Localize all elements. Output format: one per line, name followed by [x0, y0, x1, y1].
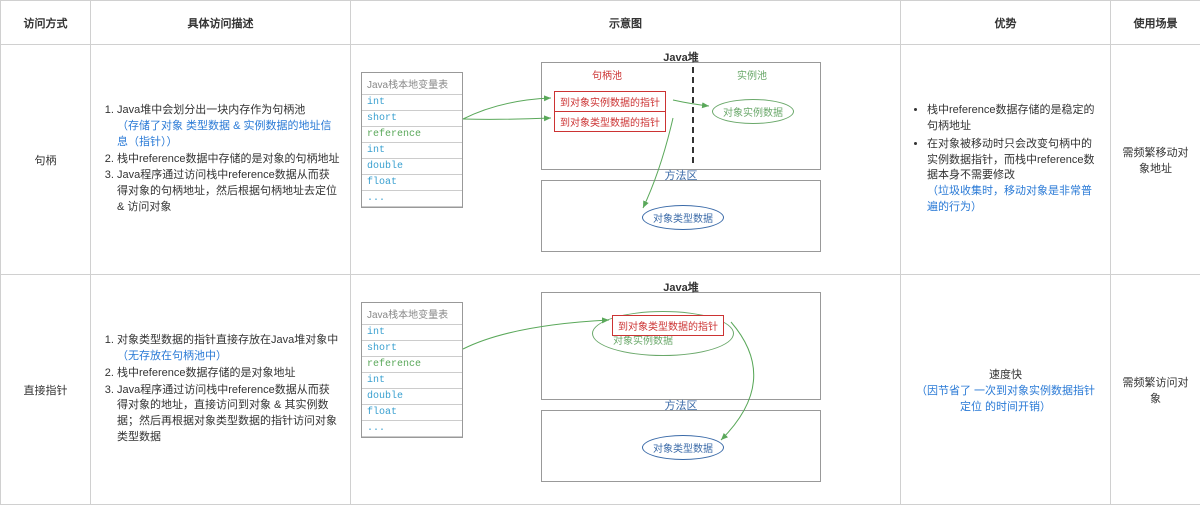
adv-text: 在对象被移动时只会改变句柄中的实例数据指针，而栈中reference数据本身不需… — [927, 138, 1094, 182]
desc-item: 栈中reference数据存储的是对象地址 — [117, 366, 340, 382]
desc-note: （无存放在句柄池中） — [117, 350, 227, 362]
desc-item: Java堆中会划分出一块内存作为句柄池 （存储了对象 类型数据 & 实例数据的地址… — [117, 103, 340, 151]
row1-advantage: 栈中reference数据存储的是稳定的句柄地址 在对象被移动时只会改变句柄中的… — [901, 45, 1111, 275]
desc-note: （存储了对象 类型数据 & 实例数据的地址信息（指针）） — [117, 120, 332, 148]
row2-scene: 需频繁访问对象 — [1111, 275, 1200, 505]
desc-item: Java程序通过访问栈中reference数据从而获得对象的地址，直接访问到对象… — [117, 383, 340, 447]
arrows-svg — [361, 60, 841, 260]
desc-text: Java堆中会划分出一块内存作为句柄池 — [117, 104, 305, 116]
row2-description: 对象类型数据的指针直接存放在Java堆对象中 （无存放在句柄池中） 栈中refer… — [91, 275, 351, 505]
col-access-method: 访问方式 — [1, 1, 91, 45]
col-diagram: 示意图 — [351, 1, 901, 45]
desc-item: 对象类型数据的指针直接存放在Java堆对象中 （无存放在句柄池中） — [117, 333, 340, 365]
comparison-table: 访问方式 具体访问描述 示意图 优势 使用场景 句柄 Java堆中会划分出一块内… — [0, 0, 1200, 505]
adv-item: 在对象被移动时只会改变句柄中的实例数据指针，而栈中reference数据本身不需… — [927, 137, 1100, 217]
table-row: 句柄 Java堆中会划分出一块内存作为句柄池 （存储了对象 类型数据 & 实例数据… — [1, 45, 1200, 275]
row1-scene: 需频繁移动对象地址 — [1111, 45, 1200, 275]
adv-item: 栈中reference数据存储的是稳定的句柄地址 — [927, 103, 1100, 135]
table-header-row: 访问方式 具体访问描述 示意图 优势 使用场景 — [1, 1, 1200, 45]
desc-item: Java程序通过访问栈中reference数据从而获得对象的句柄地址，然后根据句… — [117, 168, 340, 216]
col-scenario: 使用场景 — [1111, 1, 1200, 45]
col-advantage: 优势 — [901, 1, 1111, 45]
desc-item: 栈中reference数据中存储的是对象的句柄地址 — [117, 152, 340, 168]
row2-name: 直接指针 — [1, 275, 91, 505]
adv-text: 速度快 — [911, 366, 1100, 382]
row2-advantage: 速度快 （因节省了 一次到对象实例数据指针定位 的时间开销） — [901, 275, 1111, 505]
row1-diagram: Java栈本地变量表 int short reference int doubl… — [351, 45, 901, 275]
adv-note: （垃圾收集时，移动对象是非常普遍的行为） — [927, 185, 1092, 213]
table-row: 直接指针 对象类型数据的指针直接存放在Java堆对象中 （无存放在句柄池中） 栈中… — [1, 275, 1200, 505]
row1-description: Java堆中会划分出一块内存作为句柄池 （存储了对象 类型数据 & 实例数据的地址… — [91, 45, 351, 275]
col-description: 具体访问描述 — [91, 1, 351, 45]
row1-name: 句柄 — [1, 45, 91, 275]
arrows-svg — [361, 290, 841, 490]
adv-note: （因节省了 一次到对象实例数据指针定位 的时间开销） — [911, 382, 1100, 414]
row2-diagram: Java栈本地变量表 int short reference int doubl… — [351, 275, 901, 505]
desc-text: 对象类型数据的指针直接存放在Java堆对象中 — [117, 334, 338, 346]
